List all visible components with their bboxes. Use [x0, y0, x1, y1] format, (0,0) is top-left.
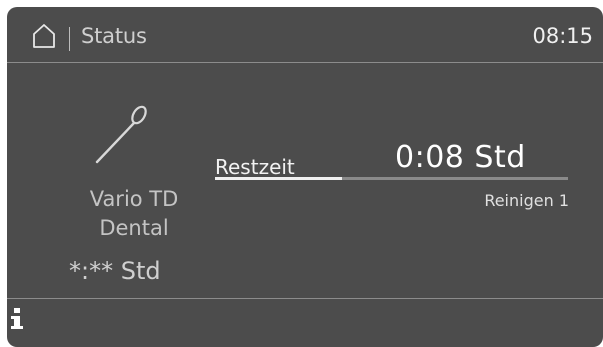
footer-divider-line: [7, 298, 603, 299]
page-title: Status: [81, 24, 147, 48]
info-icon[interactable]: [10, 306, 24, 330]
remaining-time-value: 0:08 Std: [395, 140, 526, 175]
progress-bar-fill: [215, 177, 343, 180]
home-icon[interactable]: [32, 23, 56, 49]
program-total-time: *:** Std: [69, 257, 161, 285]
header-divider-line: [7, 62, 603, 63]
dental-mirror-icon: [95, 105, 147, 164]
program-name: Vario TD Dental: [59, 185, 209, 243]
program-step: Reinigen 1: [484, 191, 569, 210]
control-panel-display: Status 08:15 Vario TD Dental *:** Std Re…: [7, 7, 603, 347]
clock: 08:15: [532, 24, 593, 48]
progress-bar: [215, 177, 568, 180]
header-divider: [69, 27, 70, 51]
program-name-line2: Dental: [99, 216, 169, 240]
program-name-line1: Vario TD: [89, 187, 179, 211]
remaining-time-label: Restzeit: [215, 155, 295, 179]
status-header: Status 08:15: [7, 7, 603, 62]
